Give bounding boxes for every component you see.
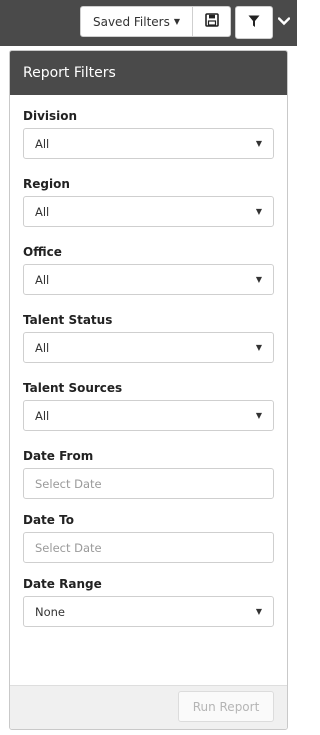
run-report-button[interactable]: Run Report [178, 691, 274, 722]
field-label: Office [23, 245, 62, 259]
office-field: Office All ▼ [23, 245, 274, 295]
floppy-disk-icon [204, 12, 219, 31]
saved-filters-label: Saved Filters [92, 14, 170, 29]
office-select[interactable]: All ▼ [23, 264, 274, 295]
caret-down-icon: ▼ [255, 138, 262, 148]
date-range-select[interactable]: None ▼ [23, 596, 274, 627]
select-value: All [35, 272, 50, 287]
date-from-field: Date From Select Date [23, 449, 274, 499]
field-label: Date From [23, 449, 94, 463]
field-label: Date Range [23, 577, 102, 591]
region-field: Region All ▼ [23, 177, 274, 227]
caret-down-icon: ▼ [255, 342, 262, 352]
saved-filters-button[interactable]: Saved Filters ▼ [80, 6, 193, 37]
field-label: Talent Status [23, 313, 113, 327]
talent-status-select[interactable]: All ▼ [23, 332, 274, 363]
filter-toggle-button[interactable] [235, 6, 273, 39]
top-toolbar: Saved Filters ▼ [0, 0, 297, 46]
select-value: All [35, 340, 50, 355]
date-range-field: Date Range None ▼ [23, 577, 274, 627]
run-report-label: Run Report [192, 699, 260, 714]
caret-down-icon: ▼ [255, 606, 262, 616]
panel-footer: Run Report [10, 685, 287, 729]
caret-down-icon: ▼ [255, 410, 262, 420]
input-placeholder: Select Date [35, 476, 102, 491]
caret-down-icon: ▼ [173, 16, 180, 26]
field-label: Division [23, 109, 78, 123]
date-to-input[interactable]: Select Date [23, 532, 274, 563]
select-value: All [35, 204, 50, 219]
input-placeholder: Select Date [35, 540, 102, 555]
division-select[interactable]: All ▼ [23, 128, 274, 159]
caret-down-icon: ▼ [255, 274, 262, 284]
menu-chevron-button[interactable] [276, 12, 292, 28]
talent-status-field: Talent Status All ▼ [23, 313, 274, 363]
panel-title: Report Filters [23, 65, 116, 81]
caret-down-icon: ▼ [255, 206, 262, 216]
filters-form: Division All ▼ Region All ▼ Office All ▼… [10, 95, 287, 627]
select-value: All [35, 136, 50, 151]
chevron-down-icon [277, 11, 291, 30]
division-field: Division All ▼ [23, 109, 274, 159]
funnel-icon [248, 13, 260, 32]
field-label: Date To [23, 513, 74, 527]
talent-sources-select[interactable]: All ▼ [23, 400, 274, 431]
save-filter-button[interactable] [193, 6, 231, 37]
field-label: Talent Sources [23, 381, 123, 395]
select-value: All [35, 408, 50, 423]
talent-sources-field: Talent Sources All ▼ [23, 381, 274, 431]
date-from-input[interactable]: Select Date [23, 468, 274, 499]
report-filters-panel: Report Filters Division All ▼ Region All… [9, 50, 288, 730]
field-label: Region [23, 177, 70, 191]
select-value: None [35, 604, 66, 619]
panel-header: Report Filters [10, 51, 287, 95]
date-to-field: Date To Select Date [23, 513, 274, 563]
region-select[interactable]: All ▼ [23, 196, 274, 227]
